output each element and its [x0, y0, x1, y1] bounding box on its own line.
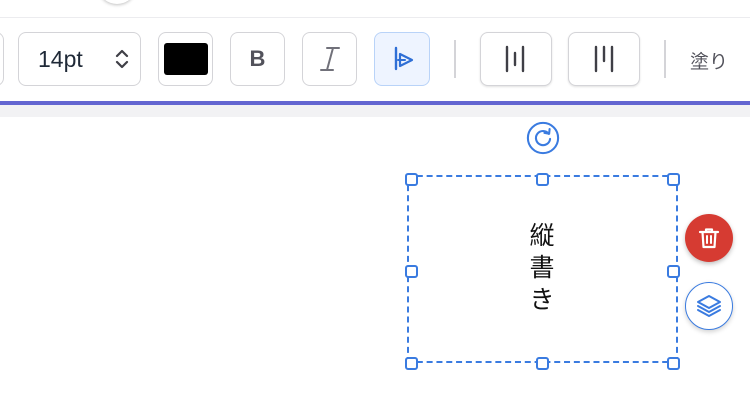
vertical-text-button[interactable]: [374, 32, 430, 86]
fill-label[interactable]: 塗り: [690, 47, 728, 74]
resize-handle-bottom-left[interactable]: [405, 357, 418, 370]
resize-handle-top[interactable]: [536, 173, 549, 186]
rotate-icon: [526, 121, 560, 155]
text-toolbar: 14pt B 塗り: [0, 19, 750, 99]
canvas-top-band: [0, 105, 750, 117]
font-size-value: 14pt: [38, 45, 83, 72]
align-columns-button[interactable]: [480, 32, 552, 86]
floating-control[interactable]: [100, 0, 134, 4]
delete-button[interactable]: [685, 214, 733, 262]
resize-handle-bottom[interactable]: [536, 357, 549, 370]
resize-handle-bottom-right[interactable]: [667, 357, 680, 370]
align-columns-icon: [505, 45, 525, 73]
bold-button[interactable]: B: [230, 32, 285, 86]
vertical-text-icon: [394, 46, 414, 71]
trash-icon: [698, 228, 720, 249]
text-color-button[interactable]: [158, 32, 213, 86]
clipped-toolbar-button[interactable]: [0, 32, 4, 86]
italic-button[interactable]: [302, 32, 357, 86]
font-size-select[interactable]: 14pt: [18, 32, 141, 86]
align-columns-narrow-icon: [594, 45, 614, 73]
resize-handle-top-right[interactable]: [667, 173, 680, 186]
layers-icon: [697, 295, 721, 317]
top-strip: [0, 0, 750, 18]
italic-icon: [319, 47, 340, 71]
toolbar-divider: [664, 40, 666, 78]
resize-handle-right[interactable]: [667, 265, 680, 278]
chevron-up-down-icon: [115, 49, 129, 69]
bold-label: B: [249, 46, 266, 71]
resize-handle-top-left[interactable]: [405, 173, 418, 186]
layers-button[interactable]: [685, 282, 733, 330]
toolbar-divider: [454, 40, 456, 78]
text-color-swatch: [163, 43, 208, 75]
rotate-handle[interactable]: [526, 121, 560, 155]
align-columns-narrow-button[interactable]: [568, 32, 640, 86]
vertical-text-content[interactable]: 縦書き: [528, 220, 556, 316]
resize-handle-left[interactable]: [405, 265, 418, 278]
editor-stage: 14pt B 塗り 縦書き: [0, 0, 750, 400]
